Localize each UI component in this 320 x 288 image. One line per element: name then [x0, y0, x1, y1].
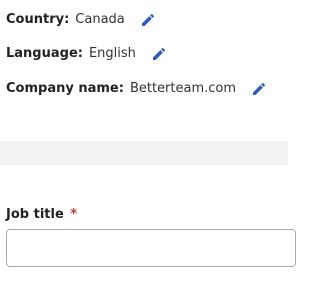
company-name-row: Company name: Betterteam.com — [6, 79, 270, 99]
job-title-label-text: Job title — [6, 207, 64, 222]
pencil-icon[interactable] — [248, 79, 270, 99]
company-name-value: Betterteam.com — [129, 81, 237, 96]
language-value: English — [88, 46, 136, 61]
country-row: Country: Canada — [6, 10, 159, 30]
job-title-label: Job title * — [6, 206, 77, 224]
section-divider — [0, 141, 288, 165]
country-label: Country: — [6, 12, 70, 27]
required-marker: * — [70, 207, 78, 222]
country-value: Canada — [75, 12, 125, 27]
language-label: Language: — [6, 46, 83, 61]
company-name-label: Company name: — [6, 81, 124, 96]
pencil-icon[interactable] — [137, 10, 159, 30]
job-form-page: Country: Canada Language: English Compan… — [0, 0, 296, 288]
pencil-icon[interactable] — [148, 44, 170, 64]
language-row: Language: English — [6, 44, 170, 64]
job-title-input[interactable] — [6, 229, 296, 267]
